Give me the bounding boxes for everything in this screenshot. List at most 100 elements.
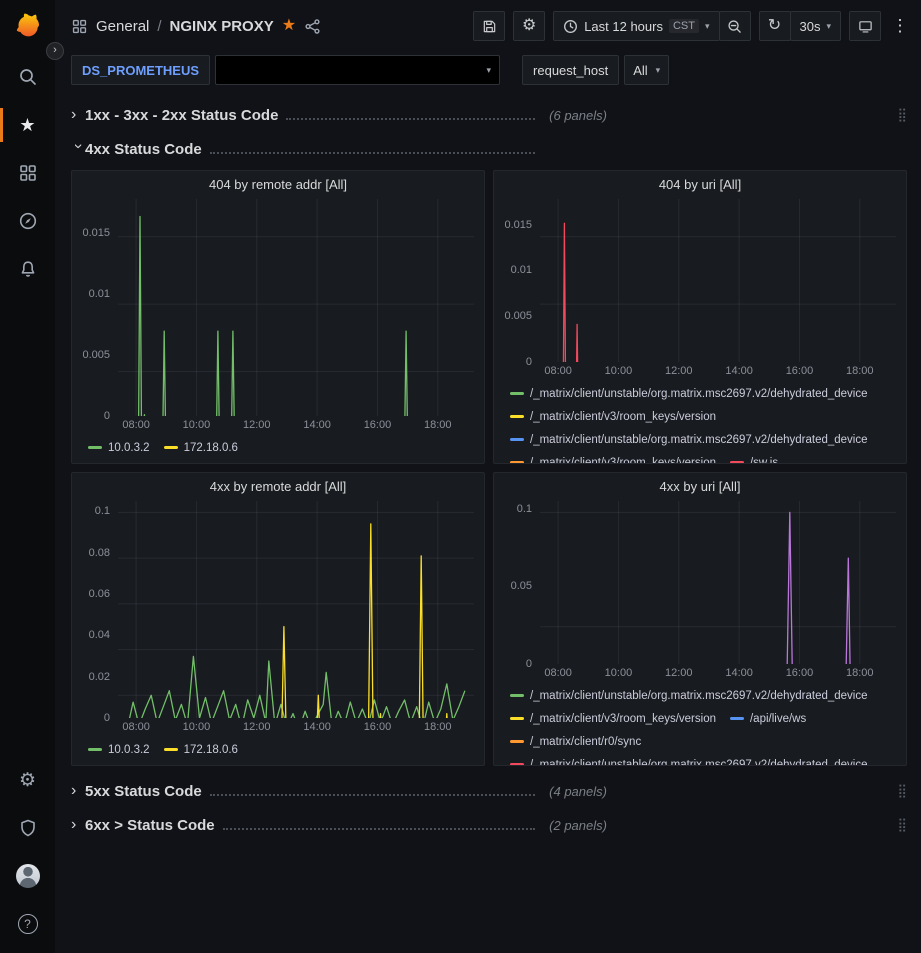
legend-item[interactable]: /_matrix/client/unstable/org.matrix.msc2… <box>510 388 868 400</box>
time-range-picker[interactable]: Last 12 hours CST ▾ <box>553 11 719 41</box>
panel-title[interactable]: 4xx by remote addr [All] <box>72 473 484 499</box>
legend-item[interactable]: /_matrix/client/v3/room_keys/version <box>510 713 716 725</box>
series-swatch <box>730 717 744 720</box>
tv-mode-button[interactable] <box>849 11 881 41</box>
series-swatch <box>88 446 102 449</box>
kebab-menu-icon[interactable]: ⋮ <box>889 11 911 41</box>
panel-title[interactable]: 404 by uri [All] <box>494 171 906 197</box>
dotted-leader <box>210 794 535 796</box>
legend-item[interactable]: /sw.js <box>730 457 778 464</box>
legend-item[interactable]: 172.18.0.6 <box>164 744 238 756</box>
legend-item[interactable]: 172.18.0.6 <box>164 442 238 454</box>
save-dashboard-button[interactable] <box>473 11 505 41</box>
legend-item[interactable]: /_matrix/client/unstable/org.matrix.msc2… <box>510 434 868 446</box>
drag-handle-icon[interactable]: ⣿ <box>897 783 907 799</box>
x-axis-label: 16:00 <box>786 365 814 377</box>
refresh-icon: ↻ <box>768 18 781 34</box>
chevron-down-icon: › <box>70 144 86 158</box>
y-axis-label: 0.01 <box>89 288 110 300</box>
x-axis-label: 08:00 <box>544 365 572 377</box>
x-axis-label: 08:00 <box>122 419 150 431</box>
dashboard-title[interactable]: NGINX PROXY <box>170 18 274 35</box>
chart-canvas[interactable] <box>540 501 896 664</box>
series-name: /_matrix/client/unstable/org.matrix.msc2… <box>530 434 868 446</box>
sidebar-item-alerting[interactable] <box>0 252 55 286</box>
chart-canvas[interactable] <box>540 199 896 362</box>
breadcrumb-folder[interactable]: General <box>96 18 149 35</box>
legend-item[interactable]: /_matrix/client/unstable/org.matrix.msc2… <box>510 690 868 702</box>
y-axis-label: 0.05 <box>511 580 532 592</box>
sidebar-item-server-admin[interactable] <box>0 811 55 845</box>
chevron-right-icon: › <box>71 817 85 833</box>
refresh-interval-label: 30s <box>800 19 821 34</box>
x-axis: 08:0010:0012:0014:0016:0018:00 <box>118 416 474 433</box>
series-swatch <box>510 438 524 441</box>
breadcrumb: General / NGINX PROXY ★ <box>71 18 321 35</box>
legend-row: /_matrix/client/v3/room_keys/version/sw.… <box>510 451 892 463</box>
series-line <box>127 524 465 718</box>
sidebar-item-help[interactable]: ? <box>0 907 55 941</box>
y-axis-label: 0 <box>526 356 532 368</box>
time-series-chart: 00.020.040.060.080.1 08:0010:0012:0014:0… <box>72 499 484 765</box>
panel-title[interactable]: 404 by remote addr [All] <box>72 171 484 197</box>
series-name: 172.18.0.6 <box>184 442 238 454</box>
chart-canvas[interactable] <box>118 501 474 718</box>
chart-canvas[interactable] <box>118 199 474 416</box>
x-axis: 08:0010:0012:0014:0016:0018:00 <box>540 664 896 681</box>
variables-row: DS_PROMETHEUS ▾ request_host All ▾ <box>55 52 921 92</box>
legend-item[interactable]: 10.0.3.2 <box>88 442 150 454</box>
zoom-out-button[interactable] <box>719 11 751 41</box>
x-axis-label: 14:00 <box>303 419 331 431</box>
legend-item[interactable]: /_matrix/client/r0/sync <box>510 736 641 748</box>
series-line <box>127 656 465 718</box>
favorite-star-icon[interactable]: ★ <box>282 18 296 34</box>
series-line <box>786 512 851 664</box>
grafana-logo[interactable] <box>12 10 44 42</box>
row-1xx-3xx-2xx[interactable]: › 1xx - 3xx - 2xx Status Code (6 panels)… <box>71 100 907 130</box>
sidebar-item-starred[interactable]: ★ <box>0 108 55 142</box>
row-5xx[interactable]: › 5xx Status Code (4 panels) ⣿ <box>71 776 907 806</box>
sidebar-item-search[interactable] <box>0 60 55 94</box>
sidebar-item-dashboards[interactable] <box>0 156 55 190</box>
x-axis-label: 10:00 <box>183 721 211 733</box>
sidebar-item-profile[interactable] <box>0 859 55 893</box>
refresh-interval-dropdown[interactable]: 30s ▾ <box>790 11 842 41</box>
legend-item[interactable]: /_matrix/client/unstable/org.matrix.msc2… <box>510 759 868 766</box>
variable-label-request-host[interactable]: request_host <box>522 55 619 85</box>
compass-icon <box>18 211 38 231</box>
row-6xx[interactable]: › 6xx > Status Code (2 panels) ⣿ <box>71 810 907 840</box>
row-title: 5xx Status Code <box>85 783 208 800</box>
apps-icon <box>18 163 38 183</box>
variable-label-ds-prometheus[interactable]: DS_PROMETHEUS <box>71 55 210 85</box>
series-swatch <box>88 748 102 751</box>
drag-handle-icon[interactable]: ⣿ <box>897 107 907 123</box>
main-area: General / NGINX PROXY ★ <box>55 0 921 953</box>
sidebar-item-configuration[interactable]: ⚙ <box>0 763 55 797</box>
x-axis-label: 10:00 <box>183 419 211 431</box>
datasource-select[interactable]: ▾ <box>215 55 500 85</box>
legend: 10.0.3.2 172.18.0.6 <box>72 735 474 765</box>
legend-item[interactable]: /_matrix/client/v3/room_keys/version <box>510 411 716 423</box>
y-axis-label: 0.015 <box>504 219 532 231</box>
dashboard-settings-button[interactable]: ⚙ <box>513 11 545 41</box>
series-name: /_matrix/client/unstable/org.matrix.msc2… <box>530 759 868 766</box>
y-axis-label: 0.06 <box>89 588 110 600</box>
row-4xx[interactable]: › 4xx Status Code <box>71 134 907 164</box>
legend-item[interactable]: /api/live/ws <box>730 713 806 725</box>
sidebar-expand-chevron-icon[interactable]: › <box>46 42 64 60</box>
legend-item[interactable]: /_matrix/client/v3/room_keys/version <box>510 457 716 464</box>
panel-title[interactable]: 4xx by uri [All] <box>494 473 906 499</box>
time-series-chart: 00.050.1 08:0010:0012:0014:0016:0018:00 … <box>494 499 906 765</box>
y-axis-label: 0 <box>104 410 110 422</box>
y-axis: 00.0050.010.015 <box>494 199 540 362</box>
x-axis-label: 12:00 <box>243 419 271 431</box>
share-icon[interactable] <box>304 18 321 35</box>
y-axis-label: 0.1 <box>95 505 110 517</box>
drag-handle-icon[interactable]: ⣿ <box>897 817 907 833</box>
row-panel-count: (2 panels) <box>549 818 607 833</box>
chart-svg <box>118 199 474 416</box>
sidebar-item-explore[interactable] <box>0 204 55 238</box>
legend-item[interactable]: 10.0.3.2 <box>88 744 150 756</box>
request-host-select[interactable]: All ▾ <box>624 55 669 85</box>
refresh-button[interactable]: ↻ <box>759 11 791 41</box>
